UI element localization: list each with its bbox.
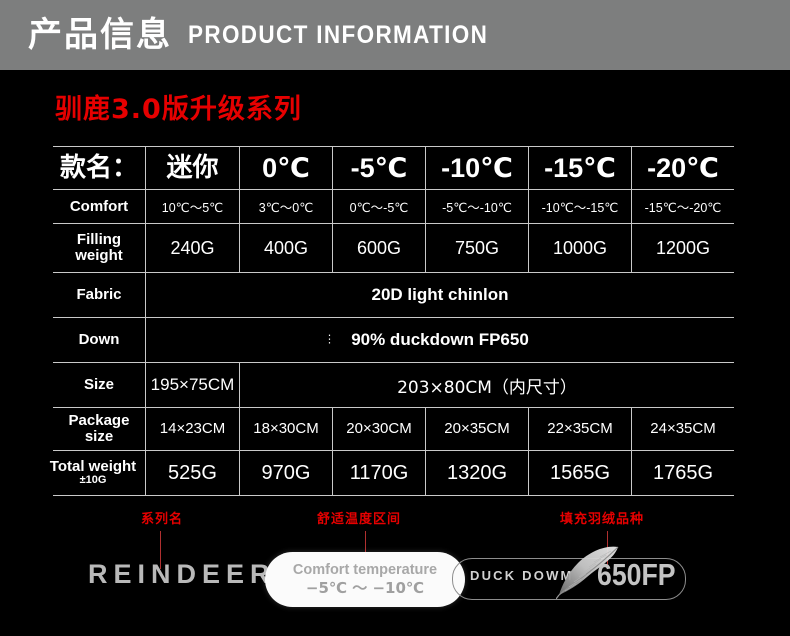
cell-total-minus20c: 1765G xyxy=(652,461,714,484)
cell-size-value: 203×80CM（内尺寸） xyxy=(397,377,577,398)
row-label-total-weight-line1: Total weight xyxy=(49,458,137,476)
cell-package-minus20c: 24×35CM xyxy=(650,420,716,437)
comfort-temperature-badge: Comfort temperature −5℃ ～ −10℃ xyxy=(265,552,465,607)
cell-package-mini: 14×23CM xyxy=(159,420,226,437)
comfort-badge-range: −5℃ ～ −10℃ xyxy=(305,579,425,598)
cell-total-mini: 525G xyxy=(168,461,217,484)
row-label-filling-weight: Filling weight xyxy=(53,230,145,264)
cell-filling-mini: 240G xyxy=(170,237,215,258)
row-label-filling-weight-line1: Filling xyxy=(76,230,122,248)
cell-total-minus5c: 1170G xyxy=(349,461,409,484)
table-row-total-weight: Total weight ±10G 525G 970G 1170G 1320G … xyxy=(50,450,734,496)
fill-power-label: 650FP xyxy=(597,557,676,592)
cell-comfort-mini: 10℃～5℃ xyxy=(161,200,224,215)
annotation-down-type: 填充羽绒品种 xyxy=(560,512,645,527)
series-title: 驯鹿3.0版升级系列 xyxy=(55,94,302,125)
row-label-comfort: Comfort xyxy=(69,197,129,215)
cell-filling-minus20c: 1200G xyxy=(655,237,711,258)
table-row-filling-weight: Filling weight 240G 400G 600G 750G 1000G… xyxy=(53,223,734,273)
row-label-fabric: Fabric xyxy=(76,286,122,303)
header-cell-minus5c: -5℃ xyxy=(350,152,408,183)
row-label-size: Size xyxy=(83,376,114,393)
table-row-comfort: Comfort 10℃～5℃ 3℃～0℃ 0℃～-5℃ -5℃～-10℃ -10… xyxy=(53,189,734,224)
duck-down-label: DUCK DOWM xyxy=(470,568,574,583)
specification-table: 款名： 迷你 0℃ -5℃ -10℃ -15℃ -20℃ Comfort 10℃… xyxy=(50,146,734,496)
row-label-package-size-line1: Package xyxy=(68,411,130,429)
table-header-row: 款名： 迷你 0℃ -5℃ -10℃ -15℃ -20℃ xyxy=(53,146,734,190)
cell-package-minus10c: 20×35CM xyxy=(444,420,510,437)
cell-comfort-0c: 3℃～0℃ xyxy=(258,200,314,215)
cell-comfort-minus10c: -5℃～-10℃ xyxy=(442,200,512,215)
annotation-series-name: 系列名 xyxy=(141,512,184,527)
cell-down-value-wrap: ⋮ 90% duckdown FP650 xyxy=(146,330,734,350)
table-row-size: Size 195×75CM 203×80CM（内尺寸） xyxy=(53,362,734,408)
table-row-package-size: Package size 14×23CM 18×30CM 20×30CM 20×… xyxy=(53,407,734,451)
header-cell-minus15c: -15℃ xyxy=(544,152,616,183)
product-information-page: 产品信息 PRODUCT INFORMATION 驯鹿3.0版升级系列 款名： … xyxy=(0,0,790,636)
cell-total-minus10c: 1320G xyxy=(446,461,508,484)
header-cell-model-name: 款名： xyxy=(59,153,138,183)
comfort-badge-title: Comfort temperature xyxy=(292,562,438,579)
annotation-comfort-range: 舒适温度区间 xyxy=(317,512,402,527)
cell-fabric-value: 20D light chinlon xyxy=(371,285,509,304)
cell-total-minus15c: 1565G xyxy=(549,461,611,484)
header-cell-mini: 迷你 xyxy=(166,153,219,183)
brand-name-reindeer: REINDEER xyxy=(88,559,276,589)
cell-package-0c: 18×30CM xyxy=(253,420,319,437)
row-label-total-weight-tolerance: ±10G xyxy=(79,474,107,487)
row-label-package-size-line2: size xyxy=(84,428,114,445)
table-row-down: Down ⋮ 90% duckdown FP650 xyxy=(53,317,734,363)
banner-title-english: PRODUCT INFORMATION xyxy=(188,20,489,49)
cell-total-0c: 970G xyxy=(261,461,311,484)
cell-comfort-minus20c: -15℃～-20℃ xyxy=(644,200,722,215)
banner-title-chinese: 产品信息 xyxy=(28,15,172,55)
header-cell-0c: 0℃ xyxy=(262,152,310,183)
row-label-total-weight: Total weight ±10G xyxy=(47,459,139,486)
cell-comfort-minus5c: 0℃～-5℃ xyxy=(349,200,409,215)
cell-filling-minus10c: 750G xyxy=(454,237,500,258)
cell-down-value: 90% duckdown FP650 xyxy=(351,330,529,349)
cell-size-mini: 195×75CM xyxy=(150,375,235,394)
cell-filling-minus15c: 1000G xyxy=(552,237,608,258)
cell-comfort-minus15c: -10℃～-15℃ xyxy=(541,200,619,215)
cell-package-minus15c: 22×35CM xyxy=(547,420,613,437)
row-label-down: Down xyxy=(78,331,120,348)
header-cell-minus20c: -20℃ xyxy=(647,152,719,183)
cell-package-minus5c: 20×30CM xyxy=(346,420,412,437)
down-colon-marker: ⋮ xyxy=(324,333,335,346)
cell-filling-0c: 400G xyxy=(263,237,309,258)
cell-filling-minus5c: 600G xyxy=(356,237,402,258)
table-row-fabric: Fabric 20D light chinlon xyxy=(53,272,734,318)
row-label-filling-weight-line2: weight xyxy=(75,247,123,264)
header-cell-minus10c: -10℃ xyxy=(441,152,513,183)
page-header-banner: 产品信息 PRODUCT INFORMATION xyxy=(0,0,790,70)
row-label-package-size: Package size xyxy=(53,411,145,445)
